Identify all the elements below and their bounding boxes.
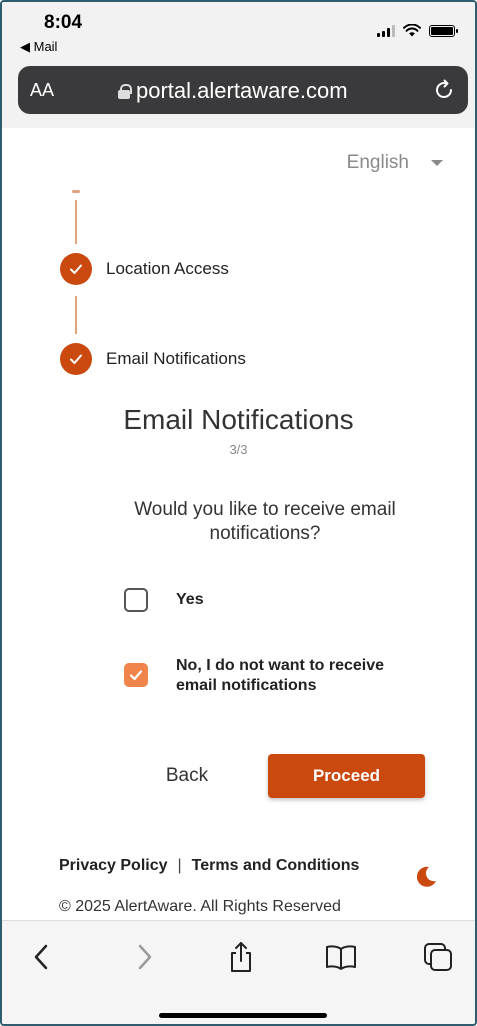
privacy-policy-link[interactable]: Privacy Policy <box>59 857 168 875</box>
language-select[interactable]: English <box>347 152 443 174</box>
no-checkbox[interactable] <box>124 663 148 687</box>
book-icon[interactable] <box>323 939 359 975</box>
step-label: Location Access <box>106 259 229 278</box>
browser-address-area: AA portal.alertaware.com <box>2 60 475 128</box>
footer-links: Privacy Policy | Terms and Conditions <box>59 857 359 875</box>
step-label: Email Notifications <box>106 349 246 368</box>
option-no[interactable]: No, I do not want to receive email notif… <box>124 657 416 696</box>
stepper-connector <box>72 190 80 193</box>
url-text: portal.alertaware.com <box>136 78 348 103</box>
tabs-icon[interactable] <box>420 939 456 975</box>
reload-icon[interactable] <box>432 78 456 102</box>
home-indicator <box>159 1013 327 1018</box>
step-email-notifications: Email Notifications <box>60 343 246 375</box>
back-button[interactable]: Back <box>142 754 232 798</box>
step-location-access: Location Access <box>60 253 229 285</box>
url-display[interactable]: portal.alertaware.com <box>118 78 348 104</box>
wifi-icon <box>403 24 421 37</box>
stepper-connector <box>75 200 77 244</box>
check-icon <box>60 343 92 375</box>
lock-icon <box>118 84 132 99</box>
proceed-button[interactable]: Proceed <box>268 754 425 798</box>
back-to-app-link[interactable]: ◀ Mail <box>20 39 57 55</box>
status-time: 8:04 <box>44 12 83 33</box>
yes-checkbox[interactable] <box>124 588 148 612</box>
chevron-down-icon <box>431 160 443 166</box>
language-selected: English <box>346 152 409 173</box>
chevron-left-icon[interactable] <box>24 939 60 975</box>
check-icon <box>60 253 92 285</box>
check-icon <box>129 670 143 681</box>
battery-icon <box>429 24 458 37</box>
footer-separator: | <box>177 857 182 874</box>
address-bar[interactable]: AA portal.alertaware.com <box>18 66 468 114</box>
option-yes[interactable]: Yes <box>124 588 416 612</box>
browser-toolbar <box>2 920 475 1024</box>
page-title: Email Notifications <box>123 404 354 435</box>
option-label: No, I do not want to receive email notif… <box>176 657 385 694</box>
question-text: Would you like to receive email notifica… <box>134 499 396 544</box>
chevron-right-icon[interactable] <box>126 939 162 975</box>
option-label: Yes <box>176 591 204 608</box>
moon-icon[interactable] <box>412 864 438 890</box>
terms-link[interactable]: Terms and Conditions <box>192 857 360 875</box>
cellular-signal-icon <box>377 24 395 37</box>
status-icons <box>377 24 458 37</box>
status-bar: 8:04 ◀ Mail <box>2 2 475 60</box>
step-count: 3/3 <box>229 442 248 457</box>
phone-frame: 8:04 ◀ Mail AA portal.alertaware.com Eng… <box>0 0 477 1026</box>
copyright-text: © 2025 AlertAware. All Rights Reserved <box>59 898 341 915</box>
text-size-button[interactable]: AA <box>30 80 54 101</box>
share-icon[interactable] <box>223 939 259 975</box>
stepper-connector <box>75 296 77 334</box>
